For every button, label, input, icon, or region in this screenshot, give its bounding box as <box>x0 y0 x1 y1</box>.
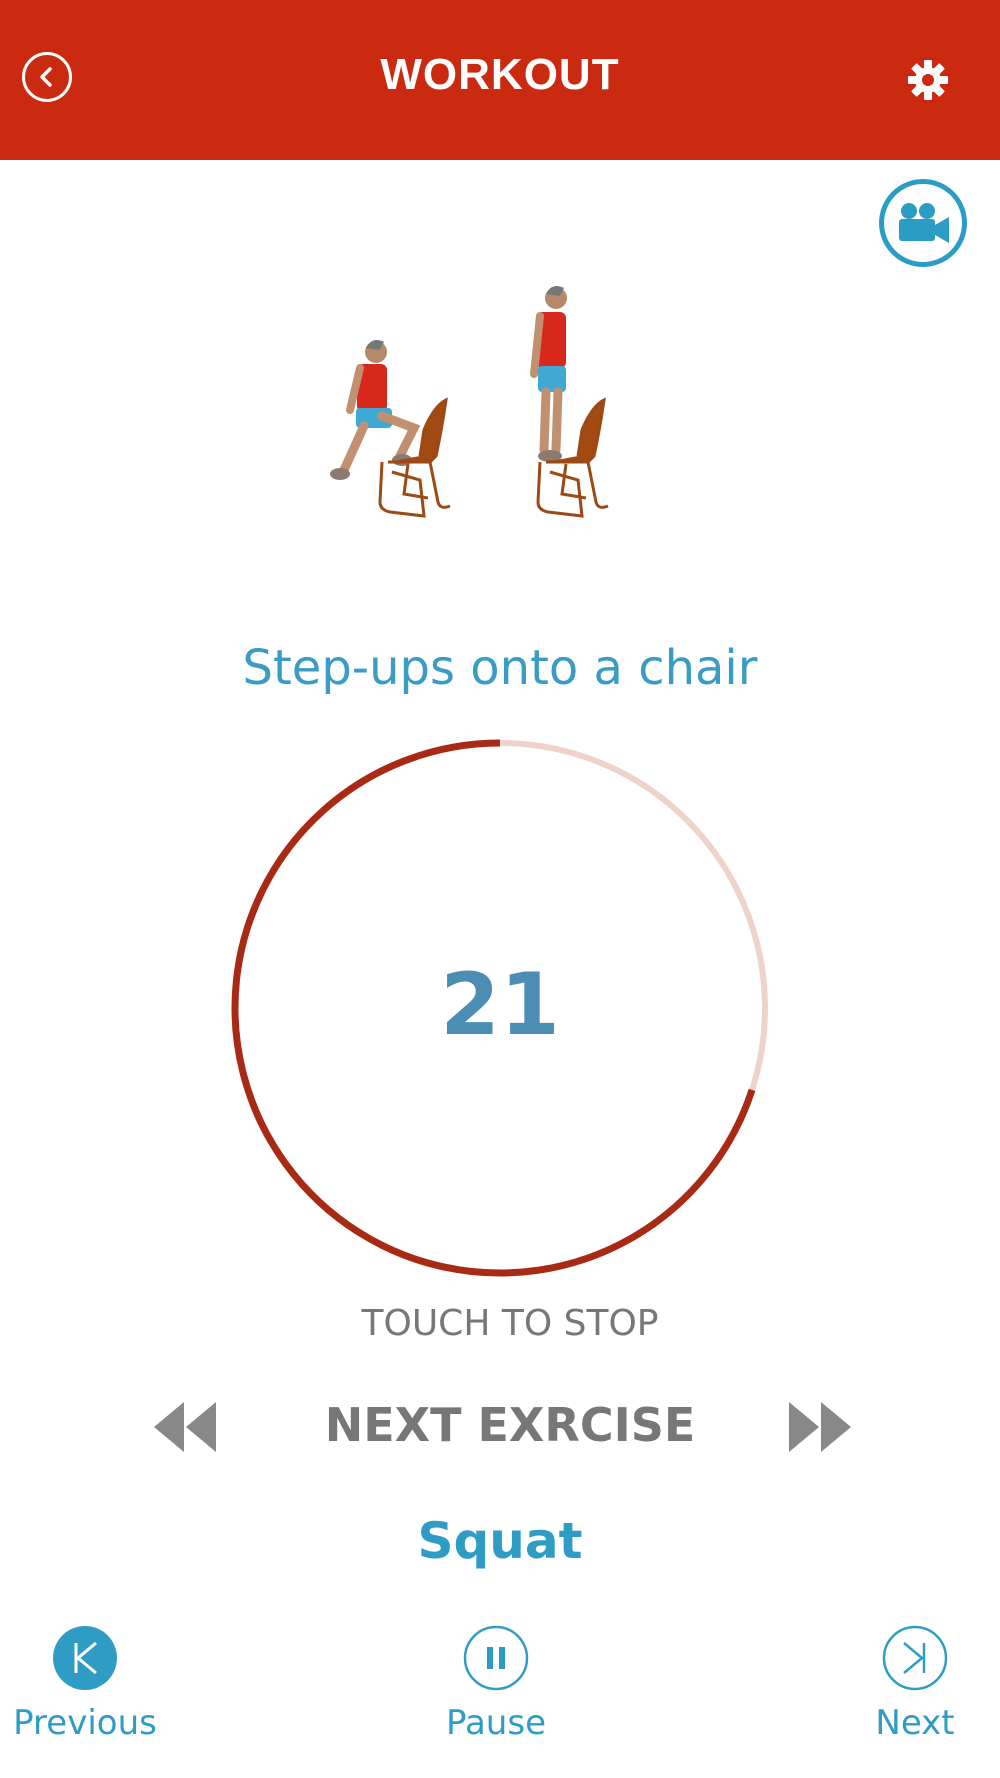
exercise-illustration <box>330 286 609 518</box>
next-exercise-name: Squat <box>417 1512 583 1570</box>
video-button[interactable] <box>879 179 967 267</box>
pause-button[interactable]: Pause <box>396 1625 596 1743</box>
figure-standing-icon <box>530 286 567 462</box>
page-title: WORKOUT <box>380 50 620 99</box>
next-button[interactable]: Next <box>815 1625 1000 1743</box>
skip-previous-icon <box>53 1626 117 1690</box>
pause-icon <box>463 1625 529 1691</box>
countdown-number: 21 <box>440 955 560 1055</box>
touch-to-stop-label[interactable]: TOUCH TO STOP <box>0 1303 1000 1344</box>
pause-label: Pause <box>446 1703 546 1743</box>
video-camera-icon <box>899 203 949 243</box>
next-label: Next <box>875 1703 955 1743</box>
previous-label: Previous <box>13 1703 157 1743</box>
fast-forward-icon[interactable] <box>787 1398 855 1456</box>
exercise-name: Step-ups onto a chair <box>242 640 758 696</box>
previous-button[interactable]: Previous <box>0 1625 185 1743</box>
gear-icon[interactable] <box>906 58 950 102</box>
skip-next-icon <box>882 1625 948 1691</box>
figure-stepping-icon <box>330 340 421 480</box>
